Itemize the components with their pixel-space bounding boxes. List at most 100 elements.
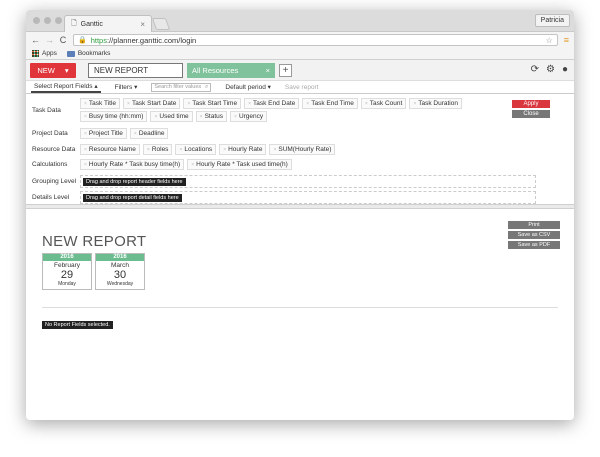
add-view-button[interactable]: + <box>279 63 292 77</box>
select-fields-toggle[interactable]: Select Report Fields ▴ <box>31 82 101 93</box>
filter-placeholder: Search filter values <box>154 84 202 90</box>
field-chip[interactable]: × Hourly Rate <box>219 144 267 155</box>
tab-bar: 🗋 Ganttic × Patricia <box>26 10 574 32</box>
resource-data-chips: × Resource Name × Roles × Locations × Hourly Ra… <box>80 144 490 155</box>
task-data-row: Task Data × Task Title × Task Start Date × Ta… <box>32 98 490 122</box>
default-period-dropdown[interactable]: Default period ▾ <box>225 83 271 91</box>
chip-label: Roles <box>151 146 169 153</box>
chip-label: Urgency <box>238 113 264 120</box>
lock-icon: 🔒 <box>78 37 87 44</box>
end-date-card[interactable]: 2016 March 30 Wednesday <box>95 253 145 290</box>
new-tab-button[interactable] <box>151 18 171 30</box>
chip-add-icon: × <box>84 130 87 137</box>
report-title: NEW REPORT <box>42 233 147 250</box>
filters-dropdown[interactable]: Filters ▾ <box>115 83 138 91</box>
browser-menu-icon[interactable]: ≡ <box>564 35 569 45</box>
back-icon[interactable]: ← <box>31 35 40 45</box>
minimize-window-icon[interactable] <box>44 17 51 24</box>
gear-icon[interactable]: ⚙ <box>546 64 555 75</box>
print-button[interactable]: Print <box>508 221 560 229</box>
chip-label: Task End Time <box>311 100 354 107</box>
save-report-button[interactable]: Save report <box>285 84 319 91</box>
user-icon[interactable]: ● <box>562 64 568 75</box>
field-chip[interactable]: × Used time <box>150 111 193 122</box>
start-date-card[interactable]: 2016 February 29 Monday <box>42 253 92 290</box>
chip-add-icon: × <box>273 146 277 153</box>
report-name-tab[interactable]: NEW REPORT <box>88 62 183 78</box>
field-chip[interactable]: × Project Title <box>80 128 127 139</box>
search-icon: ⌕ <box>205 83 209 90</box>
field-chip[interactable]: × Task Count <box>360 98 407 109</box>
apps-grid-icon <box>32 50 39 57</box>
start-year: 2016 <box>43 254 91 261</box>
resources-close-icon[interactable]: × <box>266 66 270 75</box>
chip-label: Project Title <box>88 130 123 137</box>
chip-add-icon: × <box>234 113 237 120</box>
folder-icon <box>66 50 75 57</box>
chip-add-icon: × <box>364 100 368 107</box>
dropzone-hint: Drag and drop report detail fields here <box>83 193 182 202</box>
start-day: 29 <box>60 269 74 281</box>
chip-add-icon: × <box>154 113 158 120</box>
close-button[interactable]: Close <box>512 110 550 118</box>
chip-add-icon: × <box>84 161 87 168</box>
tab-close-icon[interactable]: × <box>140 20 145 29</box>
save-csv-button[interactable]: Save as CSV <box>508 231 560 239</box>
resources-tab[interactable]: All Resources × <box>187 62 275 78</box>
refresh-icon[interactable]: ⟳ <box>531 64 539 75</box>
field-chip[interactable]: × Task Duration <box>409 98 462 109</box>
field-chip[interactable]: × Locations <box>175 144 217 155</box>
row-label: Details Level <box>32 194 70 201</box>
field-chip[interactable]: × Urgency <box>230 111 268 122</box>
chip-label: SUM(Hourly Rate) <box>278 146 332 153</box>
forward-icon[interactable]: → <box>45 35 54 45</box>
reload-icon[interactable]: C <box>59 35 67 45</box>
profile-button[interactable]: Patricia <box>534 14 570 27</box>
field-chip[interactable]: × Task Start Date <box>123 98 181 109</box>
project-data-chips: × Project Title × Deadline <box>80 128 490 139</box>
field-chip[interactable]: × Roles <box>142 144 173 155</box>
address-bar[interactable]: 🔒 https://planner.ganttic.com/login ☆ <box>73 34 558 46</box>
grouping-dropzone[interactable]: Drag and drop report header fields here <box>80 175 536 188</box>
grouping-level-row: Grouping Level Drag and drop report head… <box>32 175 536 188</box>
field-chip[interactable]: × Deadline <box>129 128 169 139</box>
chip-label: Task End Date <box>253 100 296 107</box>
browser-tab[interactable]: 🗋 Ganttic × <box>64 15 152 32</box>
bookmark-folder[interactable]: Bookmarks <box>66 50 110 57</box>
bookmark-star-icon[interactable]: ☆ <box>546 36 553 45</box>
start-month: February <box>53 262 80 269</box>
chip-add-icon: × <box>146 146 150 153</box>
row-label: Grouping Level <box>32 178 77 185</box>
field-chip[interactable]: × Task Start Time <box>183 98 242 109</box>
chip-add-icon: × <box>133 130 137 137</box>
chip-label: Locations <box>184 146 213 153</box>
field-chip[interactable]: × Hourly Rate * Task busy time(h) <box>80 159 185 170</box>
field-chip[interactable]: × Busy time (hh:mm) <box>80 111 148 122</box>
chip-add-icon: × <box>248 100 252 107</box>
field-chip[interactable]: × Status <box>195 111 228 122</box>
details-dropzone[interactable]: Drag and drop report detail fields here <box>80 191 536 204</box>
bookmark-apps[interactable]: Apps <box>32 50 57 57</box>
filter-search-input[interactable]: Search filter values ⌕ <box>151 82 212 92</box>
report-view: NEW REPORT 2016 February 29 Monday 2016 … <box>26 209 574 389</box>
field-chip[interactable]: × Resource Name <box>80 144 140 155</box>
report-toolbar: Select Report Fields ▴ Filters ▾ Search … <box>26 81 574 94</box>
chip-add-icon: × <box>127 100 130 107</box>
zoom-window-icon[interactable] <box>55 17 62 24</box>
field-chip[interactable]: × SUM(Hourly Rate) <box>269 144 336 155</box>
chip-label: Task Start Time <box>192 100 238 107</box>
page-icon: 🗋 <box>71 19 77 27</box>
row-label: Project Data <box>32 130 68 137</box>
field-chip[interactable]: × Hourly Rate * Task used time(h) <box>187 159 292 170</box>
chip-add-icon: × <box>191 161 195 168</box>
url-scheme: https <box>90 35 107 45</box>
close-window-icon[interactable] <box>33 17 40 24</box>
save-pdf-button[interactable]: Save as PDF <box>508 241 560 249</box>
new-button[interactable]: NEW ▾ <box>30 62 76 78</box>
chip-label: Resource Name <box>88 146 136 153</box>
field-chip[interactable]: × Task Title <box>80 98 121 109</box>
field-chip[interactable]: × Task End Time <box>302 98 358 109</box>
end-day: 30 <box>113 269 127 281</box>
apply-button[interactable]: Apply <box>512 100 550 108</box>
field-chip[interactable]: × Task End Date <box>244 98 300 109</box>
